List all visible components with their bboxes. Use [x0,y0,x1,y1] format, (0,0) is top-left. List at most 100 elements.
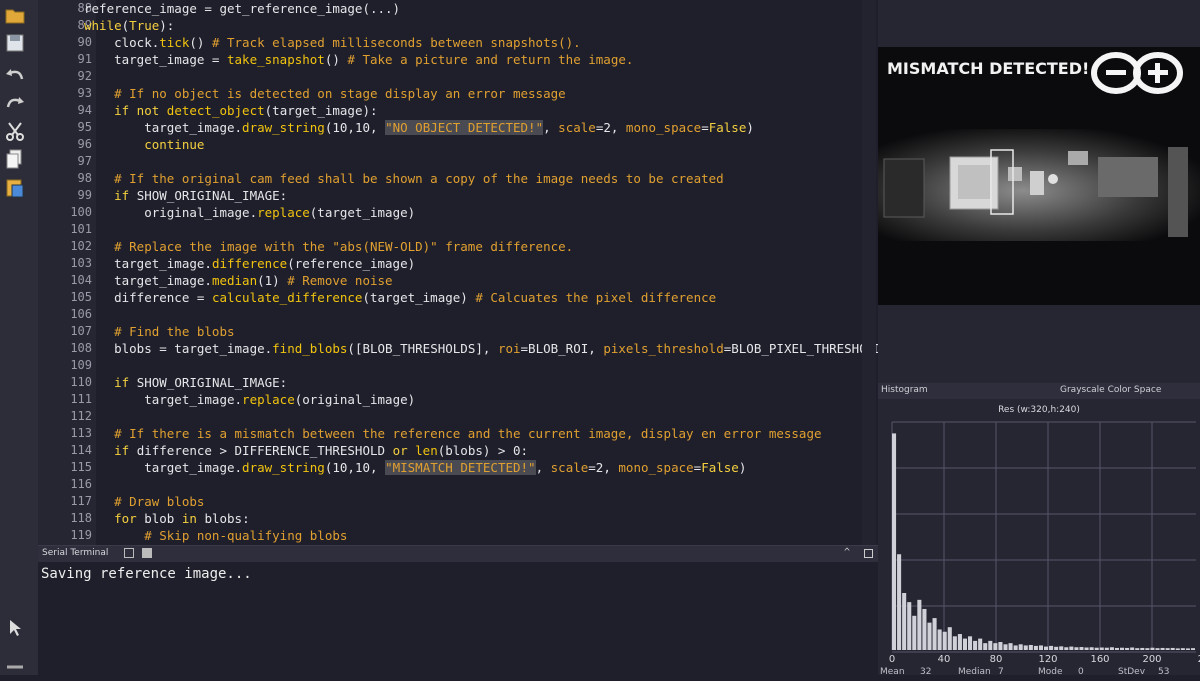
axis-tick-label: 0 [889,654,895,665]
code-token: # If the original cam feed shall be show… [84,171,724,186]
code-token: roi [497,341,521,356]
histogram-bar [1084,647,1089,650]
histogram-stats: Mean 32 Median 7 Mode 0 StDev 53 [880,667,1169,677]
overlay-text: MISMATCH DETECTED! [887,59,1090,78]
code-line[interactable]: clock.tick() # Track elapsed millisecond… [84,34,581,51]
histogram-bar [1104,647,1109,650]
code-line[interactable]: if difference > DIFFERENCE_THRESHOLD or … [84,442,528,459]
axis-tick-label: 120 [1038,654,1057,665]
code-token: (reference_image) [287,256,416,271]
code-token: (1) [257,273,288,288]
left-toolbar [0,0,39,675]
histogram-bar [1160,647,1165,650]
histogram-bar [993,643,998,650]
cut-icon[interactable] [4,120,26,142]
editor-scrollbar[interactable] [862,0,876,545]
axis-tick-label: 200 [1142,654,1161,665]
axis-tick-label: 40 [938,654,951,665]
code-line[interactable]: if not detect_object(target_image): [84,102,377,119]
code-token: (10,10, [324,120,386,135]
code-line[interactable]: continue [84,136,204,153]
code-token: if [84,375,137,390]
histogram-grid [891,421,1196,653]
tab-histogram[interactable]: Histogram [881,385,928,395]
code-token: continue [84,137,205,152]
code-token: if [84,443,137,458]
code-token: # Take a picture and return the image. [347,52,634,67]
undo-icon[interactable] [4,65,26,87]
histogram-panel: Res (w:320,h:240) 0408012016020024 Mean3… [878,400,1200,677]
code-line[interactable]: # If there is a mismatch between the ref… [84,425,822,442]
serial-terminal[interactable]: Saving reference image... [38,562,878,675]
code-token: ) [738,460,747,475]
save-icon[interactable] [4,32,26,54]
histogram-bar [902,593,907,650]
serial-terminal-header: Serial Terminal ^ [38,545,878,563]
serial-terminal-title[interactable]: Serial Terminal [42,548,108,558]
code-line[interactable]: reference_image = get_reference_image(..… [84,0,400,17]
color-space-select[interactable]: Grayscale Color Space [1060,385,1161,395]
histogram-bar [927,622,932,650]
histogram-bar [942,631,947,650]
histogram-bar [937,629,942,650]
histogram-bar [1109,647,1114,650]
code-token: ) [746,120,754,135]
code-line[interactable]: # Skip non-qualifying blobs [84,527,347,544]
code-line[interactable]: target_image.draw_string(10,10, "NO OBJE… [84,119,754,136]
code-token: # Replace the image with the "abs(NEW-OL… [84,239,574,254]
histogram-bar [1120,647,1125,650]
code-line[interactable]: # Draw blobs [84,493,204,510]
clear-terminal-icon[interactable] [124,548,134,558]
code-token: for [84,511,145,526]
connect-icon[interactable] [4,655,26,677]
code-line[interactable]: target_image.median(1) # Remove noise [84,272,393,289]
axis-tick-label: 160 [1090,654,1109,665]
folder-open-icon[interactable] [4,4,26,26]
code-line[interactable]: target_image = take_snapshot() # Take a … [84,51,633,68]
code-line[interactable]: blobs = target_image.find_blobs([BLOB_TH… [84,340,878,357]
line-number: 116 [70,477,92,491]
code-line[interactable]: # If the original cam feed shall be show… [84,170,724,187]
redo-icon[interactable] [4,93,26,115]
code-line[interactable]: original_image.replace(target_image) [84,204,415,221]
code-line[interactable]: target_image.replace(original_image) [84,391,415,408]
code-line[interactable]: if SHOW_ORIGINAL_IMAGE: [84,187,287,204]
histogram-axis-ticks: 0408012016020024 [889,654,1200,665]
line-number: 92 [77,69,92,83]
code-line[interactable]: # If no object is detected on stage disp… [84,85,566,102]
code-token: replace [257,205,310,220]
line-number: 112 [70,409,92,423]
histogram-bar [1038,645,1043,650]
collapse-icon[interactable]: ^ [844,547,850,558]
code-line[interactable]: while(True): [84,17,174,34]
code-token: # Remove noise [287,273,393,288]
histogram-bars [892,433,1195,650]
line-number: 97 [77,154,92,168]
code-token: target_image. [84,273,212,288]
code-line[interactable]: target_image.difference(reference_image) [84,255,415,272]
maximize-icon[interactable] [864,549,873,558]
histogram-bar [1099,647,1104,650]
copy-icon[interactable] [4,148,26,170]
code-token: # If no object is detected on stage disp… [84,86,566,101]
code-line[interactable]: # Replace the image with the "abs(NEW-OL… [84,238,573,255]
histogram-bar [1079,647,1084,650]
code-line[interactable]: for blob in blobs: [84,510,250,527]
save-terminal-icon[interactable] [142,548,152,558]
histogram-bar [1069,646,1074,650]
histogram-bar [1145,648,1150,650]
code-line[interactable]: # Find the blobs [84,323,234,340]
histogram-header: Histogram Grayscale Color Space [878,383,1200,399]
paste-icon[interactable] [4,176,26,198]
code-line[interactable]: if SHOW_ORIGINAL_IMAGE: [84,374,287,391]
line-number: 101 [70,222,92,236]
code-token: # If there is a mismatch between the ref… [84,426,822,441]
histogram-bar [998,642,1003,650]
code-token: SHOW_ORIGINAL_IMAGE: [136,375,288,390]
histogram-bar [1033,645,1038,650]
histogram-bar [983,643,988,650]
code-line[interactable]: difference = calculate_difference(target… [84,289,716,306]
code-line[interactable]: target_image.draw_string(10,10, "MISMATC… [84,459,746,476]
code-editor[interactable]: 88 89 90 91 92 93 94 95 96 97 98 99 100 101 102 103 104 1… [38,0,878,545]
code-token: "NO OBJECT DETECTED!" [385,120,544,135]
